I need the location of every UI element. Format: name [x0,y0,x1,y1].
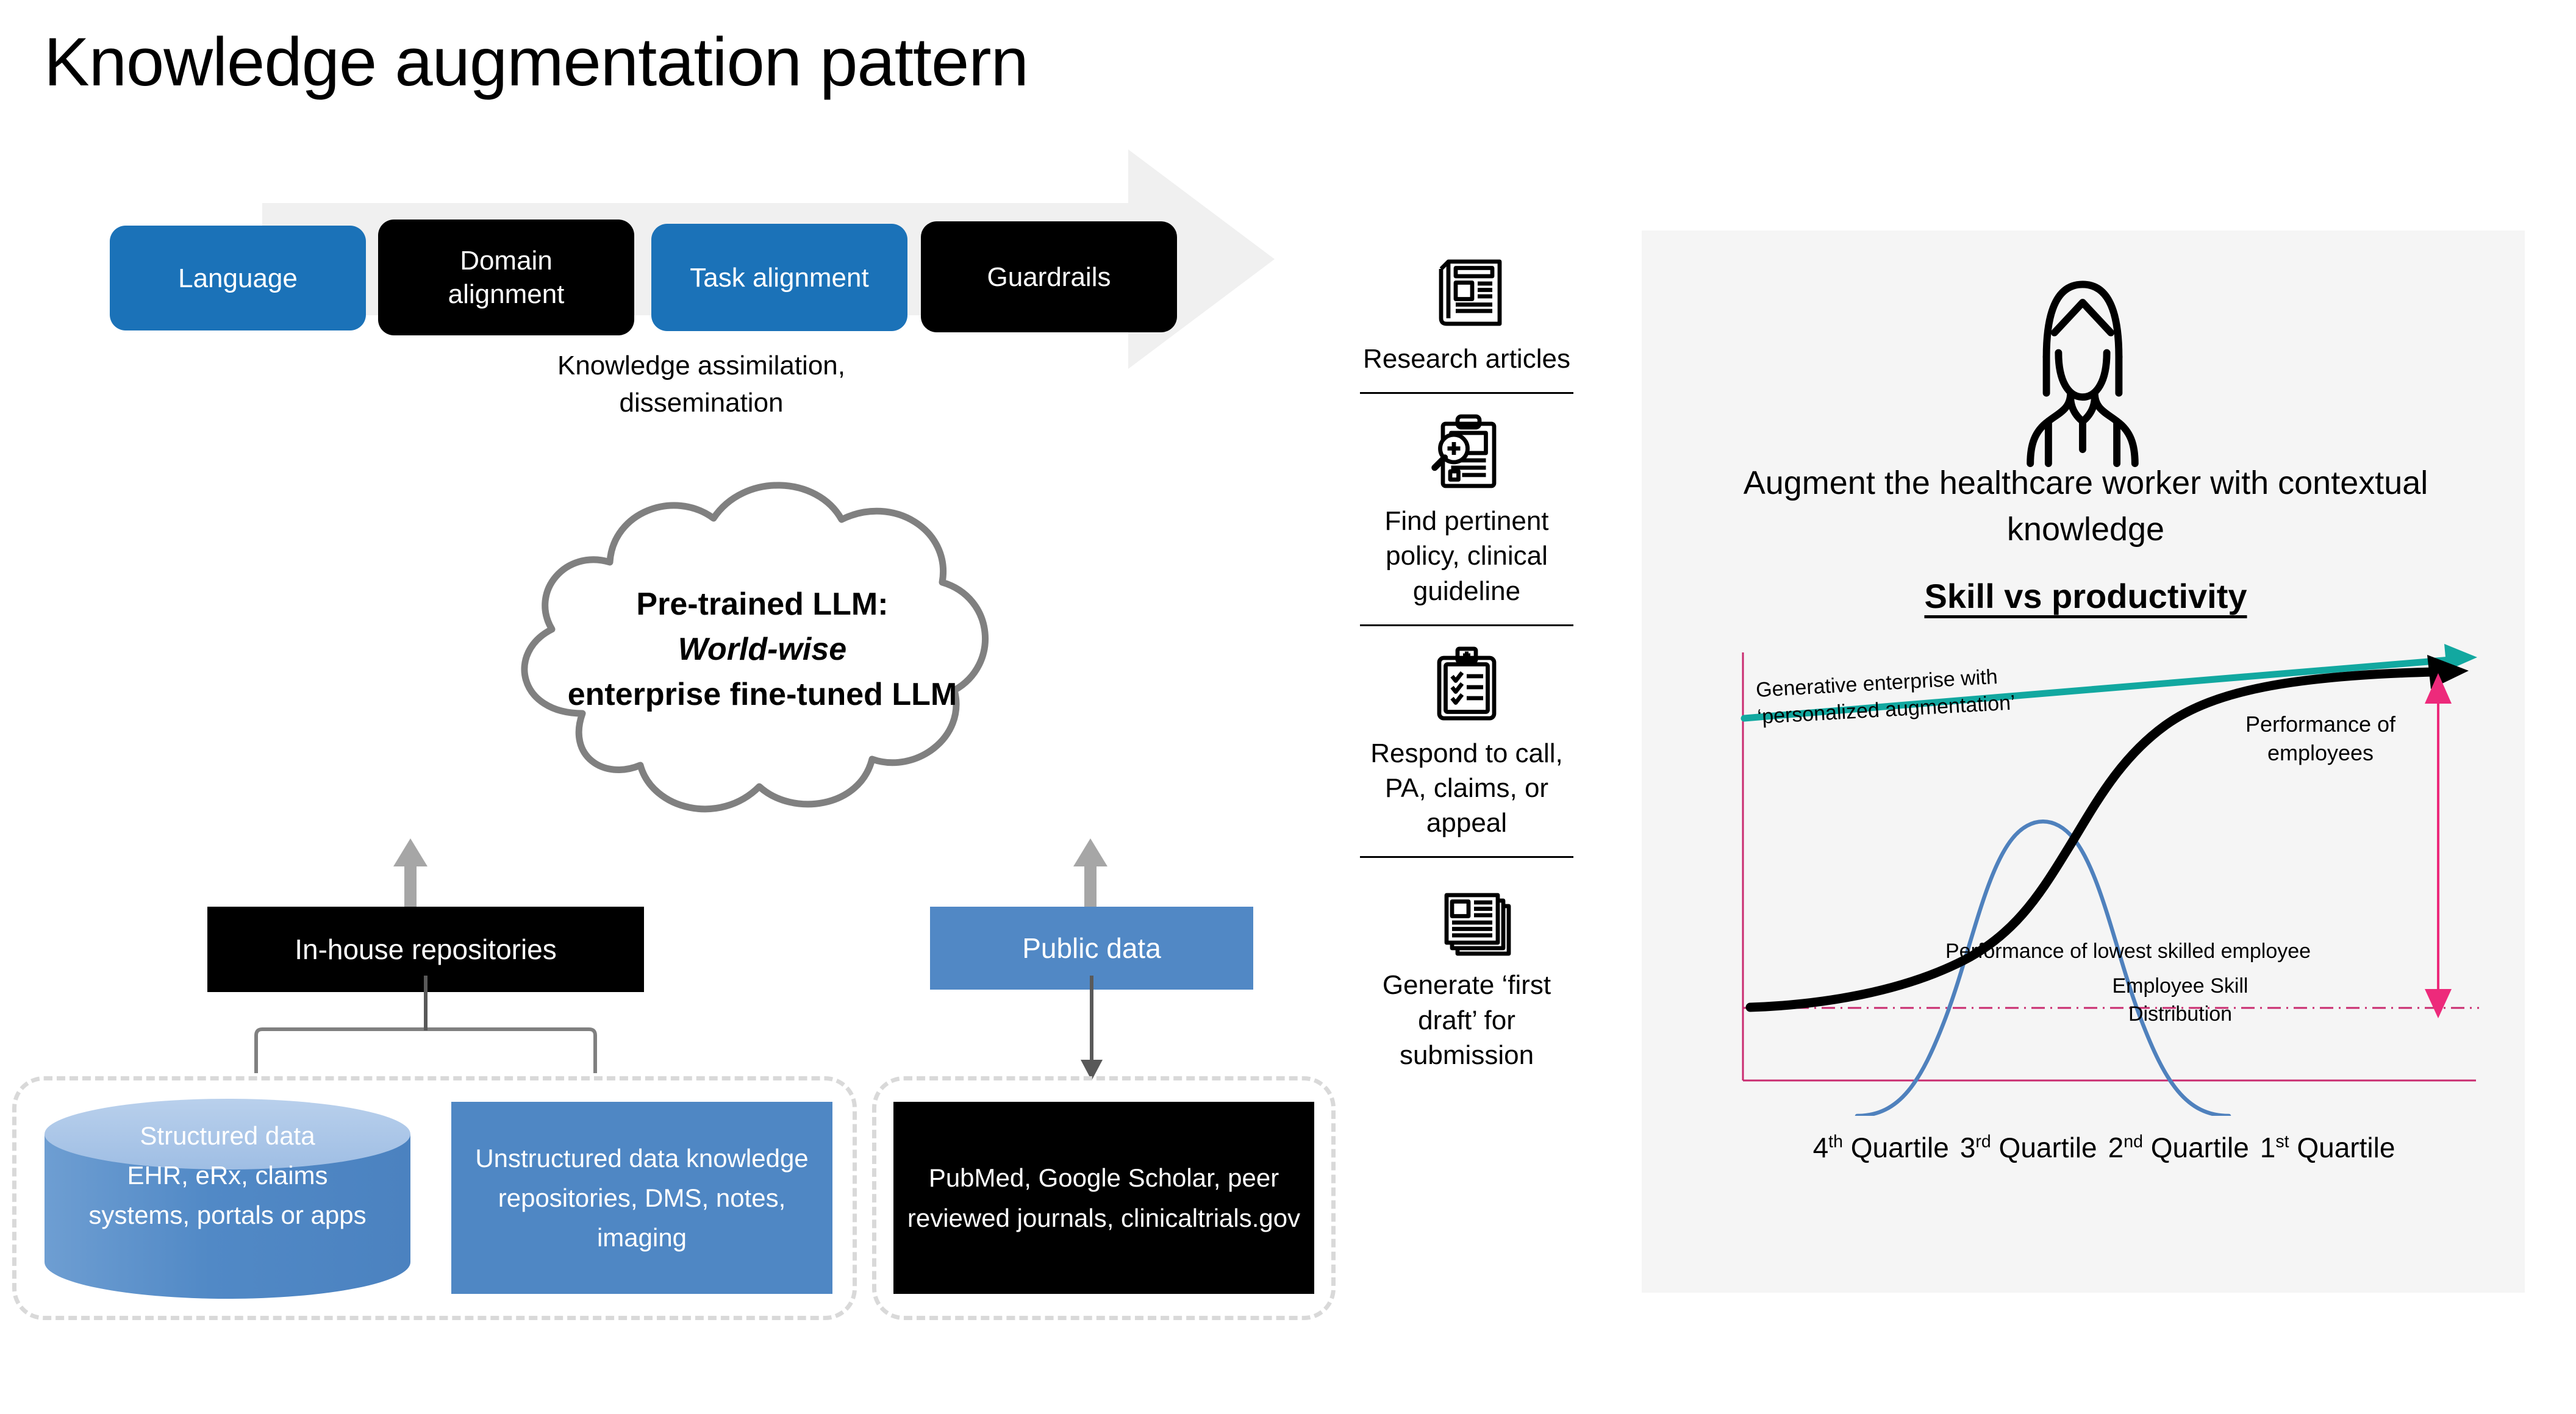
chart-title: Skill vs productivity [1924,577,2247,615]
clipboard-search-icon [1421,407,1512,499]
newspaper-icon [1421,245,1512,337]
structured-data-label: Structured data EHR, eRx, claims systems… [88,1121,367,1230]
annotation-performance-of-employees: Performance of employees [2245,712,2396,765]
use-case-label: Respond to call, PA, claims, or appeal [1370,738,1563,838]
x-tick-3rd: 3rd Quartile [1959,1132,2097,1163]
x-tick-4th: 4th Quartile [1812,1132,1949,1163]
use-case-label: Generate ‘first draft’ for submission [1382,970,1551,1070]
page-title: Knowledge augmentation pattern [44,24,1029,100]
healthcare-worker-icon [1976,268,2189,470]
use-case-research-articles[interactable]: Research articles [1360,232,1573,392]
annotation-employee-skill-distribution: Employee Skill Distribution [2112,974,2249,1026]
clipboard-checklist-icon [1421,640,1512,731]
public-sources-box[interactable]: PubMed, Google Scholar, peer reviewed jo… [893,1102,1314,1294]
pipeline-caption: Knowledge assimilation, dissemination [557,351,846,418]
pipeline-stage-language[interactable]: Language [110,226,366,330]
pipeline-stage-task-alignment[interactable]: Task alignment [651,224,907,331]
pipeline-stage-label: Task alignment [690,262,869,293]
chart-x-axis-labels: 4th Quartile 3rd Quartile 2nd Quartile 1st … [1756,1131,2452,1164]
use-case-label: Research articles [1363,344,1570,374]
annotation-lowest-skilled-employee: Performance of lowest skilled employee [1945,940,2311,963]
unstructured-data-box[interactable]: Unstructured data knowledge repositories… [451,1102,832,1294]
x-tick-2nd: 2nd Quartile [2108,1132,2249,1163]
pipeline-stage-label: Domain alignment [448,246,565,309]
public-data-label: Public data [1022,932,1161,964]
use-case-generate-draft[interactable]: Generate ‘first draft’ for submission [1360,856,1573,1088]
cloud-line-3: enterprise fine-tuned LLM [567,676,957,712]
llm-cloud-text: Pre-trained LLM: World-wise enterprise f… [463,582,1061,717]
cloud-line-1: Pre-trained LLM: [636,587,889,622]
public-sources-label: PubMed, Google Scholar, peer reviewed jo… [907,1163,1301,1232]
pipeline-stage-guardrails[interactable]: Guardrails [921,221,1177,332]
x-tick-1st: 1st Quartile [2259,1132,2395,1163]
use-case-respond-to-call[interactable]: Respond to call, PA, claims, or appeal [1360,624,1573,857]
inhouse-repositories-label: In-house repositories [295,934,557,965]
unstructured-data-label: Unstructured data knowledge repositories… [475,1143,809,1252]
use-case-column: Research articles Find pertinent policy,… [1360,232,1573,1088]
pipeline-stage-domain-alignment[interactable]: Domain alignment [378,220,634,335]
use-case-label: Find pertinent policy, clinical guidelin… [1384,506,1549,606]
pipeline-stage-label: Language [178,263,298,293]
document-stack-icon [1421,871,1512,963]
pipeline-stage-label: Guardrails [987,262,1111,292]
use-case-find-policy[interactable]: Find pertinent policy, clinical guidelin… [1360,392,1573,624]
augment-caption: Augment the healthcare worker with conte… [1743,465,2428,548]
cloud-line-2: World-wise [678,631,847,667]
